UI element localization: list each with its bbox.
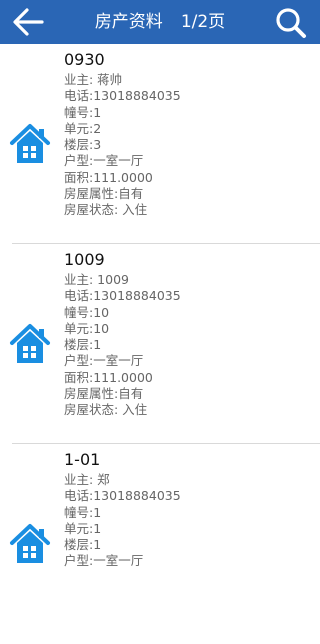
page-title-text: 房产资料 [94,12,163,32]
house-icon [10,124,50,163]
building-text: 幢号:1 [64,504,102,520]
status-text: 房屋状态: 入住 [64,202,148,218]
floor-text: 楼层:3 [64,137,102,153]
phone-text: 电话:13018884035 [64,288,181,304]
house-icon [10,524,50,563]
status-text: 房屋状态: 入住 [64,402,148,418]
item-title: 1-01 [64,450,101,469]
building-text: 幢号:1 [64,104,102,120]
unit-text: 单元:10 [64,320,110,336]
owner-text: 业主: 蒋帅 [64,72,123,87]
layout-text: 户型:一室一厅 [64,553,144,569]
page-indicator: 1/2页 [180,12,226,32]
unit-text: 单元:2 [64,120,102,136]
list-item[interactable]: 0930 业主: 蒋帅 电话:13018884035 幢号:1 单元:2 楼层:… [0,44,320,244]
owner-text: 业主: 1009 [64,272,129,287]
floor-text: 楼层:1 [64,337,102,353]
area-text: 面积:111.0000 [64,369,153,385]
unit-text: 单元:1 [64,520,102,536]
page-title: 房产资料 1/2页 [0,0,320,44]
item-title: 1009 [64,250,105,269]
list-item[interactable]: 1-01 业主: 郑 电话:13018884035 幢号:1 单元:1 楼层:1… [0,444,320,644]
search-icon [276,8,306,38]
property-text: 房屋属性:自有 [64,186,144,202]
layout-text: 户型:一室一厅 [64,153,144,169]
phone-text: 电话:13018884035 [64,88,181,104]
area-text: 面积:111.0000 [64,169,153,185]
owner-text: 业主: 郑 [64,472,110,487]
nav-bar: 房产资料 1/2页 [0,0,320,44]
property-text: 房屋属性:自有 [64,386,144,402]
floor-text: 楼层:1 [64,537,102,553]
list-item[interactable]: 1009 业主: 1009 电话:13018884035 幢号:10 单元:10… [0,244,320,444]
search-button[interactable] [274,6,308,40]
property-list: 0930 业主: 蒋帅 电话:13018884035 幢号:1 单元:2 楼层:… [0,44,320,644]
item-title: 0930 [64,50,105,69]
layout-text: 户型:一室一厅 [64,353,144,369]
phone-text: 电话:13018884035 [64,488,181,504]
house-icon [10,324,50,363]
building-text: 幢号:10 [64,304,110,320]
